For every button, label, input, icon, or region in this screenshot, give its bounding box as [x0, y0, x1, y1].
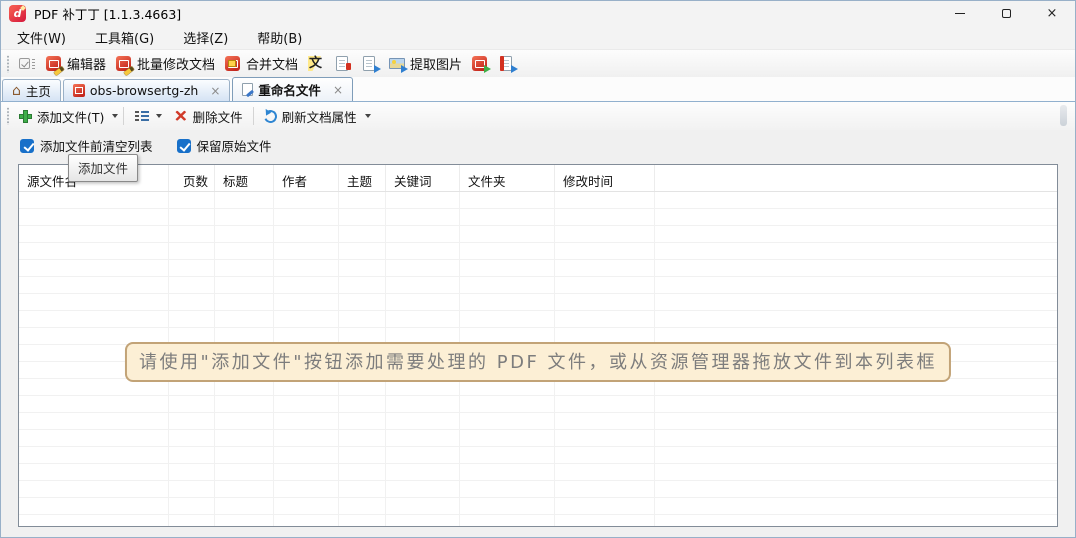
- main-toolbar: 编辑器 批量修改文档 合并文档 文 提取图片: [1, 49, 1075, 77]
- doc-bookmark-icon: [335, 56, 352, 72]
- doc-structure-button[interactable]: [495, 54, 520, 74]
- add-files-tooltip: 添加文件: [68, 154, 138, 182]
- toolbar-separator: [253, 107, 254, 125]
- batch-edit-docs-button[interactable]: 批量修改文档: [112, 52, 219, 75]
- tab-obs-browsertg-zh[interactable]: obs-browsertg-zh ×: [63, 79, 231, 101]
- add-files-button[interactable]: 添加文件(T): [14, 105, 109, 128]
- file-list-body[interactable]: 请使用"添加文件"按钮添加需要处理的 PDF 文件，或从资源管理器拖放文件到本列…: [19, 192, 1057, 526]
- titlebar: d PDF 补丁丁 [1.1.3.4663] ×: [1, 1, 1075, 26]
- pdf-editor-button[interactable]: 编辑器: [42, 52, 110, 75]
- pdf-extract-button[interactable]: [468, 54, 493, 74]
- rename-doc-icon: 文: [308, 56, 325, 72]
- select-mode-button[interactable]: [15, 54, 40, 74]
- menu-item-select[interactable]: 选择(Z): [173, 26, 238, 49]
- clear-list-before-add-checkbox[interactable]: 添加文件前清空列表: [20, 136, 153, 155]
- merge-docs-button[interactable]: 合并文档: [221, 52, 302, 75]
- refresh-doc-props-button[interactable]: 刷新文档属性: [259, 105, 362, 128]
- toolbar-gripper[interactable]: [6, 107, 10, 125]
- column-header-filler: [655, 165, 1057, 191]
- column-header-author[interactable]: 作者: [274, 165, 339, 191]
- file-list: 源文件名 页数 标题 作者 主题 关键词 文件夹 修改时间 请使用"添加文件"按…: [18, 164, 1058, 527]
- toolbar-separator: [123, 107, 124, 125]
- toolbar-overflow-handle[interactable]: [1060, 105, 1067, 126]
- close-icon[interactable]: ×: [1029, 1, 1075, 26]
- extract-images-button[interactable]: 提取图片: [385, 52, 466, 75]
- rename-doc-button[interactable]: 文: [304, 54, 329, 74]
- menu-item-toolbox[interactable]: 工具箱(G): [85, 26, 164, 49]
- doc-structure-icon: [499, 56, 516, 72]
- batch-edit-docs-icon: [116, 56, 133, 72]
- column-header-pages[interactable]: 页数: [169, 165, 215, 191]
- tab-home[interactable]: ⌂ 主页: [2, 79, 61, 101]
- keep-original-files-checkbox[interactable]: 保留原始文件: [177, 136, 272, 155]
- list-style-dropdown-icon: [156, 114, 162, 118]
- column-header-title[interactable]: 标题: [215, 165, 274, 191]
- file-list-header: 源文件名 页数 标题 作者 主题 关键词 文件夹 修改时间: [19, 165, 1057, 192]
- pdf-editor-icon: [46, 56, 63, 72]
- rename-file-icon: [242, 83, 253, 96]
- pdf-file-icon: [73, 84, 85, 97]
- window-controls: ×: [937, 1, 1075, 26]
- app-window: d PDF 补丁丁 [1.1.3.4663] × 文件(W) 工具箱(G) 选择…: [0, 0, 1076, 538]
- rename-toolbar: 添加文件(T) × 删除文件 刷新文档属性: [1, 102, 1075, 130]
- list-style-button[interactable]: [129, 108, 167, 124]
- menu-item-help[interactable]: 帮助(B): [247, 26, 312, 49]
- window-title: PDF 补丁丁 [1.1.3.4663]: [34, 4, 181, 23]
- tab-close-icon[interactable]: ×: [333, 83, 343, 97]
- rename-files-page: 添加文件(T) × 删除文件 刷新文档属性 添加文件前清空列: [1, 101, 1075, 537]
- maximize-icon[interactable]: [983, 1, 1029, 26]
- tab-rename-files[interactable]: 重命名文件 ×: [232, 77, 353, 101]
- home-icon: ⌂: [12, 84, 21, 98]
- empty-list-hint: 请使用"添加文件"按钮添加需要处理的 PDF 文件，或从资源管理器拖放文件到本列…: [125, 342, 951, 382]
- options-row: 添加文件前清空列表 保留原始文件: [1, 130, 1075, 161]
- toolbar-gripper[interactable]: [6, 55, 10, 73]
- column-header-keywords[interactable]: 关键词: [386, 165, 460, 191]
- column-header-subject[interactable]: 主题: [339, 165, 386, 191]
- pdf-extract-icon: [472, 56, 489, 72]
- checkbox-icon[interactable]: [20, 139, 34, 153]
- add-plus-icon: [19, 110, 32, 123]
- column-header-folder[interactable]: 文件夹: [460, 165, 555, 191]
- add-files-dropdown-icon[interactable]: [112, 114, 118, 118]
- app-logo-icon: d: [9, 5, 26, 22]
- tab-close-icon[interactable]: ×: [210, 84, 220, 98]
- doc-export-button[interactable]: [358, 54, 383, 74]
- select-mode-icon: [19, 56, 36, 72]
- minimize-icon[interactable]: [937, 1, 983, 26]
- doc-export-icon: [362, 56, 379, 72]
- doc-bookmark-button[interactable]: [331, 54, 356, 74]
- tabbar: ⌂ 主页 obs-browsertg-zh × 重命名文件 ×: [1, 77, 1075, 101]
- checkbox-icon[interactable]: [177, 139, 191, 153]
- delete-files-button[interactable]: × 删除文件: [168, 105, 247, 128]
- numbered-list-icon: [134, 110, 149, 122]
- refresh-icon: [262, 108, 279, 125]
- column-header-modified-time[interactable]: 修改时间: [555, 165, 655, 191]
- menu-item-file[interactable]: 文件(W): [7, 26, 76, 49]
- delete-x-icon: ×: [173, 110, 187, 123]
- menubar: 文件(W) 工具箱(G) 选择(Z) 帮助(B): [1, 26, 1075, 49]
- refresh-dropdown-icon[interactable]: [365, 114, 371, 118]
- merge-docs-icon: [225, 56, 242, 72]
- extract-images-icon: [389, 56, 406, 72]
